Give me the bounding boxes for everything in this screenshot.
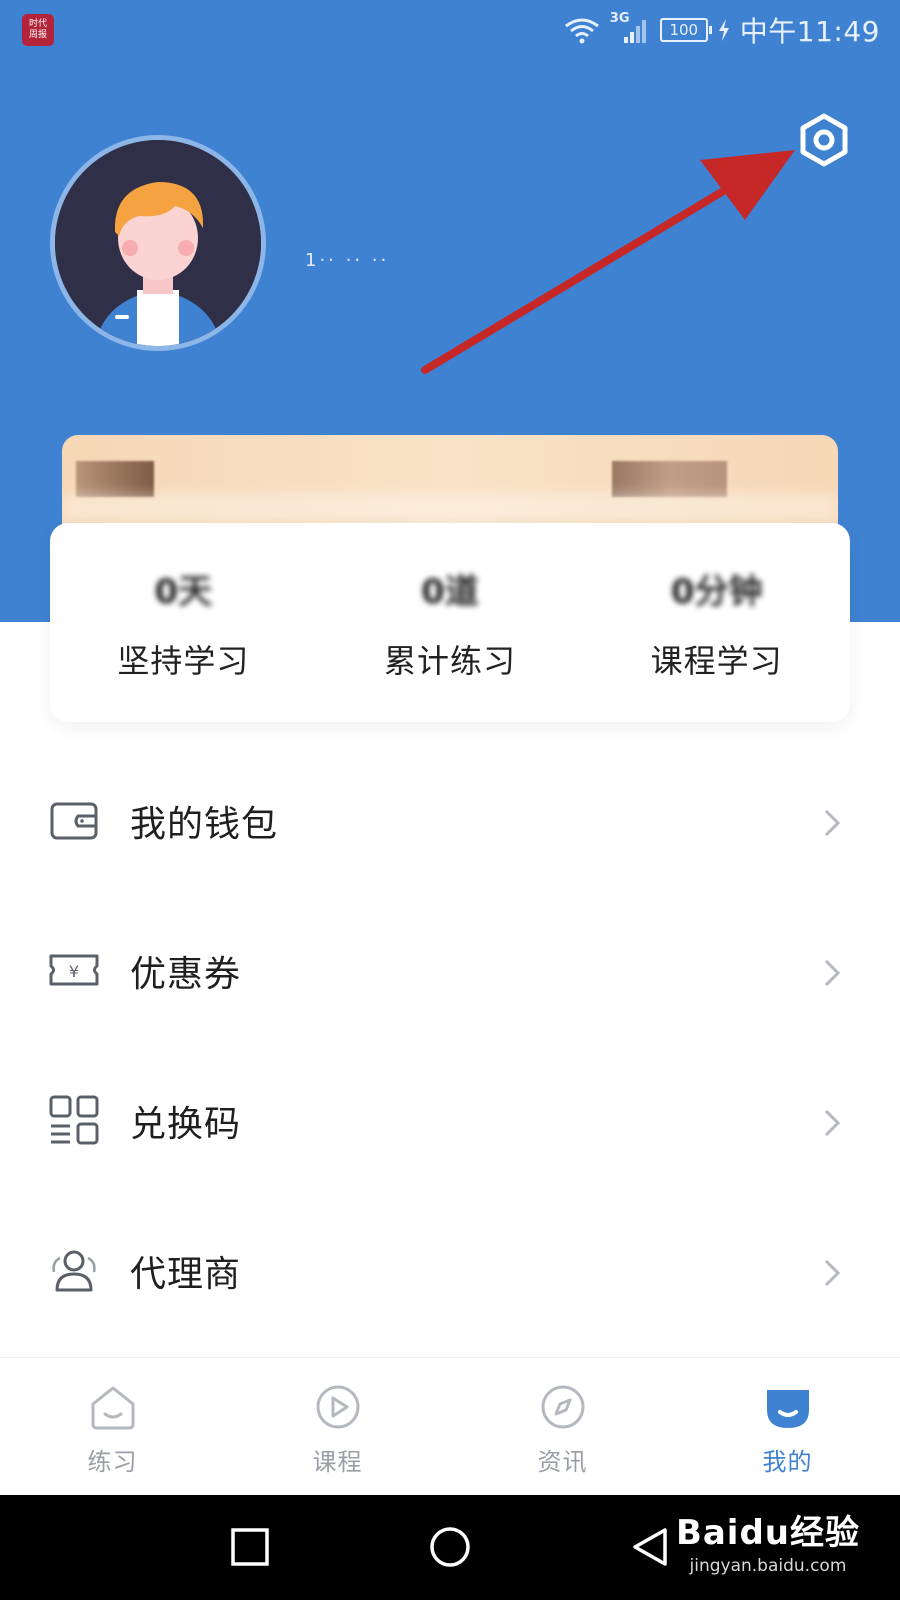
svg-text:¥: ¥ (69, 962, 79, 981)
app-notification-icon: 时代 周报 (22, 14, 54, 46)
chevron-right-icon (824, 1259, 841, 1287)
menu-item-coupons[interactable]: ¥ 优惠券 (0, 897, 900, 1047)
vip-banner-blurred-button (612, 461, 727, 497)
avatar[interactable] (50, 135, 266, 351)
avatar-illustration-icon (55, 140, 261, 346)
stat-total-practice[interactable]: 0道 累计练习 (317, 523, 584, 722)
learning-stats-card: 0天 坚持学习 0道 累计练习 0分钟 课程学习 (50, 523, 850, 722)
battery-icon: 100 (659, 18, 712, 42)
chevron-right-icon (824, 959, 841, 987)
menu-item-redeem-code[interactable]: 兑换码 (0, 1047, 900, 1197)
stat-label: 累计练习 (384, 642, 517, 680)
tab-label: 练习 (87, 1448, 138, 1476)
wifi-icon (564, 18, 599, 44)
wallet-icon (50, 802, 98, 840)
course-play-icon (316, 1385, 359, 1429)
tab-practice[interactable]: 练习 (0, 1358, 225, 1496)
status-indicators: 3G 100 中午11:49 (564, 11, 880, 48)
watermark-brand: Baidu经验 (675, 1513, 860, 1553)
status-bar: 时代 周报 3G 100 中午11:49 (0, 0, 900, 62)
charging-icon (718, 19, 729, 41)
menu-item-agent[interactable]: 代理商 (0, 1197, 900, 1347)
menu-item-wallet[interactable]: 我的钱包 (0, 747, 900, 897)
menu-item-label: 优惠券 (130, 954, 242, 995)
bottom-tab-bar: 练习 课程 资讯 我的 (0, 1357, 900, 1496)
menu-item-label: 兑换码 (130, 1104, 242, 1145)
tab-courses[interactable]: 课程 (225, 1358, 450, 1496)
stat-value: 0天 (154, 572, 213, 612)
coupon-icon: ¥ (49, 954, 99, 986)
stat-value: 0道 (421, 572, 479, 612)
back-triangle-icon[interactable] (625, 1522, 675, 1572)
profile-icon (766, 1390, 809, 1428)
tab-label: 资讯 (537, 1448, 588, 1476)
annotation-arrow (421, 150, 795, 374)
vip-banner-blurred-text (76, 461, 154, 497)
stat-label: 坚持学习 (117, 642, 250, 680)
agent-icon (52, 1250, 96, 1292)
menu-item-label: 我的钱包 (130, 804, 279, 845)
account-menu: 我的钱包 ¥ 优惠券 兑换码 代理商 (0, 747, 900, 1347)
stat-course-study[interactable]: 0分钟 课程学习 (583, 523, 850, 722)
tab-label: 我的 (762, 1448, 813, 1476)
compass-icon (541, 1385, 584, 1429)
menu-item-label: 代理商 (130, 1254, 242, 1295)
stat-persist-study[interactable]: 0天 坚持学习 (50, 523, 317, 722)
vip-banner-haze (62, 493, 838, 523)
chevron-right-icon (824, 809, 841, 837)
redeem-code-icon (49, 1095, 99, 1145)
signal-icon (623, 20, 646, 43)
username: 1·· ·· ·· (305, 250, 390, 271)
stat-label: 课程学习 (650, 642, 783, 680)
chevron-right-icon (824, 1109, 841, 1137)
system-navigation-bar: Baidu经验 jingyan.baidu.com (0, 1495, 900, 1600)
recent-apps-square-icon[interactable] (225, 1522, 275, 1572)
home-circle-icon[interactable] (425, 1522, 475, 1572)
baidu-jingyan-watermark: Baidu经验 jingyan.baidu.com (676, 1505, 860, 1576)
tab-mine[interactable]: 我的 (675, 1358, 900, 1496)
tab-label: 课程 (312, 1448, 363, 1476)
tab-news[interactable]: 资讯 (450, 1358, 675, 1496)
watermark-url: jingyan.baidu.com (689, 1556, 847, 1576)
stat-value: 0分钟 (670, 572, 763, 612)
practice-icon (91, 1386, 134, 1430)
settings-gear-icon[interactable] (796, 112, 852, 168)
vip-membership-banner[interactable] (62, 435, 838, 535)
clock: 中午11:49 (739, 15, 880, 48)
